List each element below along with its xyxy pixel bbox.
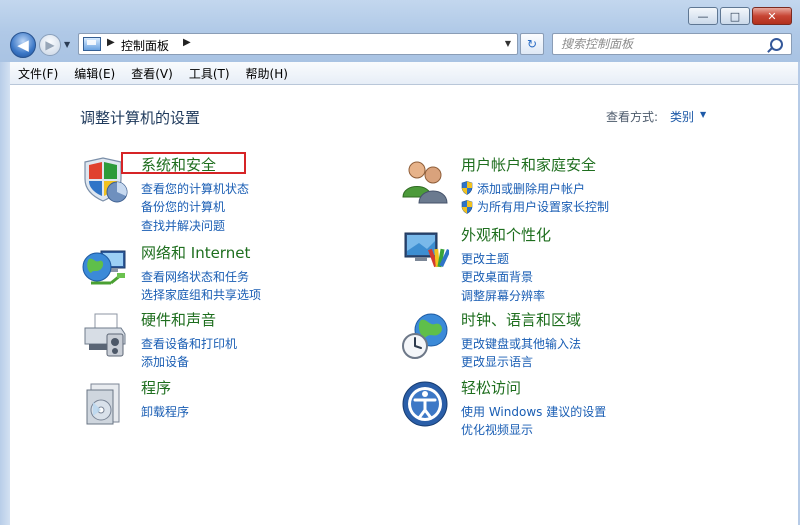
close-button[interactable]: ✕ [752, 7, 792, 25]
category-links: 查看设备和打印机 添加设备 [141, 334, 237, 371]
category-links: 查看您的计算机状态 备份您的计算机 查找并解决问题 [141, 179, 249, 235]
link-screen-resolution[interactable]: 调整屏幕分辨率 [461, 286, 545, 305]
link-label: 为所有用户设置家长控制 [477, 200, 610, 215]
recent-pages-dropdown[interactable]: ▼ [64, 40, 70, 49]
view-by-dropdown[interactable]: 类别 [670, 108, 694, 125]
refresh-icon: ↻ [526, 37, 538, 51]
link-add-remove-users[interactable]: 添加或删除用户帐户 [461, 179, 609, 198]
breadcrumb-arrow-icon[interactable]: ▶ [107, 37, 115, 48]
category-title[interactable]: 网络和 Internet [141, 242, 250, 263]
search-input[interactable] [553, 34, 771, 54]
category-title[interactable]: 外观和个性化 [461, 224, 551, 245]
printer-icon[interactable] [81, 312, 129, 360]
menu-view[interactable]: 查看(V) [123, 65, 181, 82]
link-uninstall-program[interactable]: 卸载程序 [141, 402, 189, 421]
forward-arrow-icon: ▶ [45, 38, 55, 52]
menu-bar: 文件(F) 编辑(E) 查看(V) 工具(T) 帮助(H) [10, 62, 798, 85]
link-backup-computer[interactable]: 备份您的计算机 [141, 198, 249, 217]
menu-tools[interactable]: 工具(T) [181, 65, 238, 82]
link-network-status[interactable]: 查看网络状态和任务 [141, 267, 261, 286]
link-homegroup-sharing[interactable]: 选择家庭组和共享选项 [141, 286, 261, 305]
breadcrumb-control-panel[interactable]: 控制面板 [121, 37, 169, 54]
menu-help[interactable]: 帮助(H) [238, 65, 296, 82]
highlight-box [121, 152, 246, 174]
category-title[interactable]: 时钟、语言和区域 [461, 309, 581, 330]
search-box [552, 33, 792, 55]
control-panel-icon [83, 37, 101, 51]
link-change-theme[interactable]: 更改主题 [461, 249, 545, 268]
link-recommended-settings[interactable]: 使用 Windows 建议的设置 [461, 402, 606, 421]
category-title[interactable]: 轻松访问 [461, 377, 521, 398]
content-area: 调整计算机的设置 查看方式: 类别 ▼ 系统和安全 查看您的计算机状态 备份您的… [10, 85, 798, 525]
search-icon[interactable] [770, 38, 783, 51]
caption-buttons: — □ ✕ [688, 7, 792, 25]
link-troubleshoot[interactable]: 查找并解决问题 [141, 216, 249, 235]
minimize-button[interactable]: — [688, 7, 718, 25]
menu-edit[interactable]: 编辑(E) [66, 65, 123, 82]
category-title[interactable]: 用户帐户和家庭安全 [461, 154, 596, 175]
link-view-computer-status[interactable]: 查看您的计算机状态 [141, 179, 249, 198]
link-change-display-language[interactable]: 更改显示语言 [461, 353, 581, 372]
page-title: 调整计算机的设置 [80, 109, 201, 127]
view-by-label: 查看方式: [606, 110, 659, 124]
refresh-button[interactable]: ↻ [520, 33, 544, 55]
uac-shield-icon [461, 181, 473, 196]
control-panel-window: — □ ✕ ◀ ▶ ▼ ▶ 控制面板 ▶ ▼ ↻ 文件(F) 编辑(E) 查看(… [0, 0, 800, 525]
category-links: 添加或删除用户帐户 为所有用户设置家长控制 [461, 179, 609, 216]
category-links: 更改主题 更改桌面背景 调整屏幕分辨率 [461, 249, 545, 305]
forward-button[interactable]: ▶ [39, 34, 61, 56]
address-bar[interactable]: ▶ 控制面板 ▶ ▼ [78, 33, 518, 55]
back-button[interactable]: ◀ [10, 32, 36, 58]
navigation-bar: ◀ ▶ ▼ ▶ 控制面板 ▶ ▼ ↻ [0, 30, 800, 60]
category-title[interactable]: 程序 [141, 377, 171, 398]
link-devices-printers[interactable]: 查看设备和打印机 [141, 334, 237, 353]
window-frame-left [0, 62, 10, 525]
link-change-keyboard-input[interactable]: 更改键盘或其他输入法 [461, 334, 581, 353]
ease-of-access-icon[interactable] [401, 380, 449, 428]
programs-icon[interactable] [81, 380, 129, 428]
link-label: 添加或删除用户帐户 [477, 181, 586, 196]
users-icon[interactable] [401, 157, 449, 205]
category-links: 查看网络状态和任务 选择家庭组和共享选项 [141, 267, 261, 304]
category-links: 使用 Windows 建议的设置 优化视频显示 [461, 402, 606, 439]
breadcrumb-arrow-icon[interactable]: ▶ [183, 37, 191, 48]
category-title[interactable]: 硬件和声音 [141, 309, 216, 330]
back-arrow-icon: ◀ [17, 36, 29, 54]
category-links: 卸载程序 [141, 402, 189, 421]
clock-globe-icon[interactable] [401, 312, 449, 360]
category-links: 更改键盘或其他输入法 更改显示语言 [461, 334, 581, 371]
link-add-device[interactable]: 添加设备 [141, 353, 237, 372]
address-dropdown-icon[interactable]: ▼ [505, 39, 511, 48]
uac-shield-icon [461, 199, 473, 214]
link-change-background[interactable]: 更改桌面背景 [461, 268, 545, 287]
view-by-dropdown-icon[interactable]: ▼ [700, 110, 706, 119]
network-globe-icon[interactable] [81, 245, 129, 293]
menu-file[interactable]: 文件(F) [10, 65, 66, 82]
monitor-paint-icon[interactable] [401, 227, 449, 275]
maximize-button[interactable]: □ [720, 7, 750, 25]
link-optimize-video[interactable]: 优化视频显示 [461, 421, 606, 440]
link-parental-controls[interactable]: 为所有用户设置家长控制 [461, 198, 609, 217]
